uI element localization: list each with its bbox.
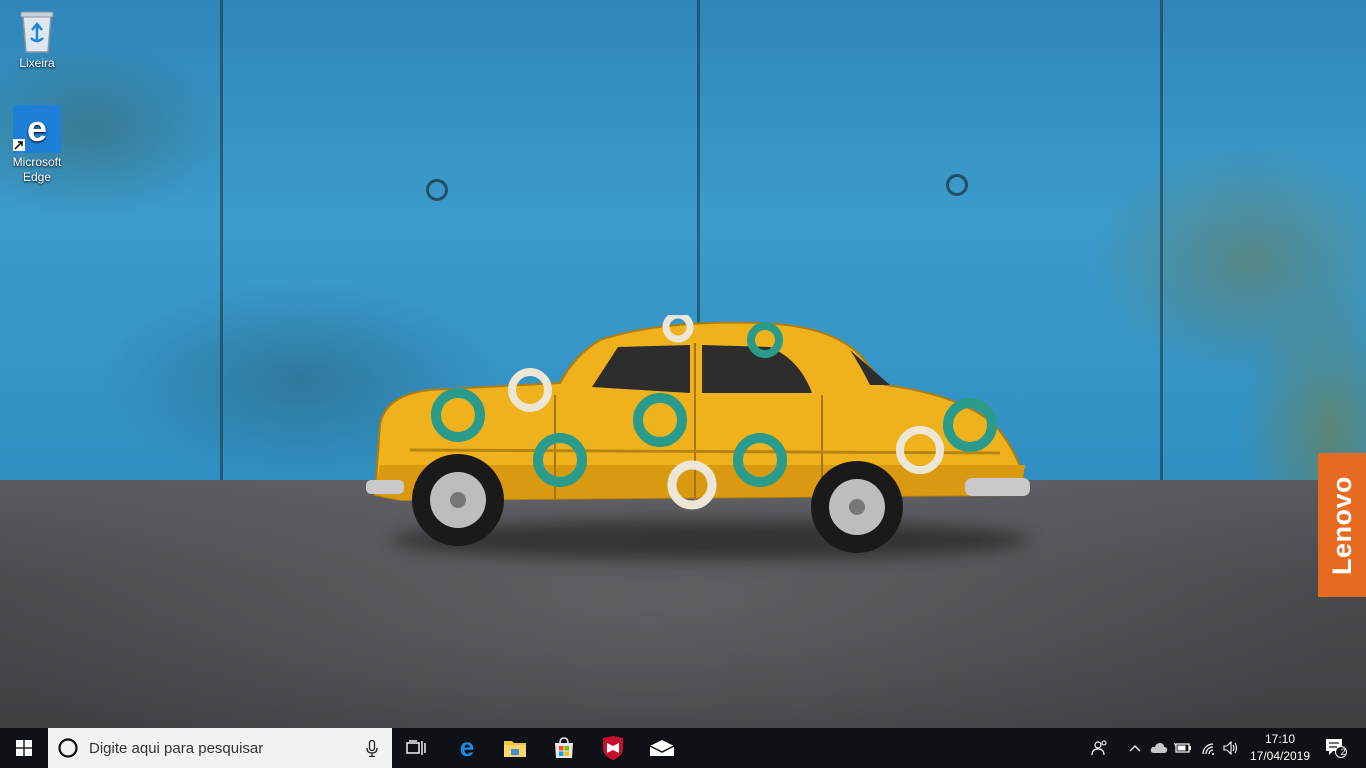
svg-text:e: e [460,736,474,760]
battery-tray-button[interactable] [1172,728,1194,768]
cortana-icon [58,738,78,758]
onedrive-tray-button[interactable] [1148,728,1170,768]
cloud-icon [1150,743,1168,753]
desktop-icon-recycle-bin[interactable]: Lixeira [0,8,74,71]
wifi-icon [1201,742,1215,755]
chevron-up-icon [1129,745,1141,752]
taskbar-app-store[interactable] [546,728,582,768]
lenovo-brand-tag: Lenovo [1318,453,1366,597]
search-placeholder: Digite aqui para pesquisar [89,739,264,757]
mail-icon [649,740,675,756]
recycle-bin-icon [20,11,54,53]
wall-bolt [946,174,968,196]
notification-count-badge: 2 [1340,747,1346,757]
svg-text:e: e [27,108,47,149]
edge-icon: e [13,105,61,153]
desktop-icon-label: Microsoft Edge [12,155,62,184]
show-hidden-icons-button[interactable] [1126,728,1144,768]
task-view-icon [406,740,426,755]
taskbar-app-mail[interactable] [644,728,680,768]
desktop-icon-label: Lixeira [19,56,55,70]
desktop-icon-microsoft-edge[interactable]: e Microsoft Edge [0,105,74,185]
people-icon [1091,740,1107,756]
windows-logo-icon [16,740,32,756]
mcafee-icon [603,736,623,760]
start-button[interactable] [0,728,48,768]
lenovo-brand-label: Lenovo [1326,475,1357,575]
speaker-icon [1223,741,1238,755]
folder-icon [504,741,526,757]
wall-seam [220,0,223,487]
edge-icon: e [460,736,474,760]
wifi-tray-button[interactable] [1197,728,1219,768]
yellow-car-illustration [366,315,1030,553]
volume-tray-button[interactable] [1220,728,1242,768]
microphone-icon[interactable] [366,740,378,757]
clock-time: 17:10 [1264,732,1296,746]
wall-bolt [426,179,448,201]
desktop-wallpaper: Lenovo [0,0,1366,728]
wall-seam [1160,0,1163,487]
clock-date: 17/04/2019 [1249,749,1311,763]
taskbar-app-edge[interactable]: e [449,728,485,768]
task-view-button[interactable] [398,728,434,768]
taskbar: Digite aqui para pesquisar e 17:10 17/04… [0,728,1366,768]
battery-charging-icon [1174,742,1191,753]
taskbar-clock[interactable]: 17:10 17/04/2019 [1244,728,1316,768]
taskbar-app-file-explorer[interactable] [497,728,533,768]
taskbar-app-mcafee[interactable] [595,728,631,768]
store-icon [555,737,573,758]
action-center-button[interactable]: 2 [1320,728,1352,768]
people-button[interactable] [1088,728,1112,768]
search-box[interactable]: Digite aqui para pesquisar [48,728,392,768]
